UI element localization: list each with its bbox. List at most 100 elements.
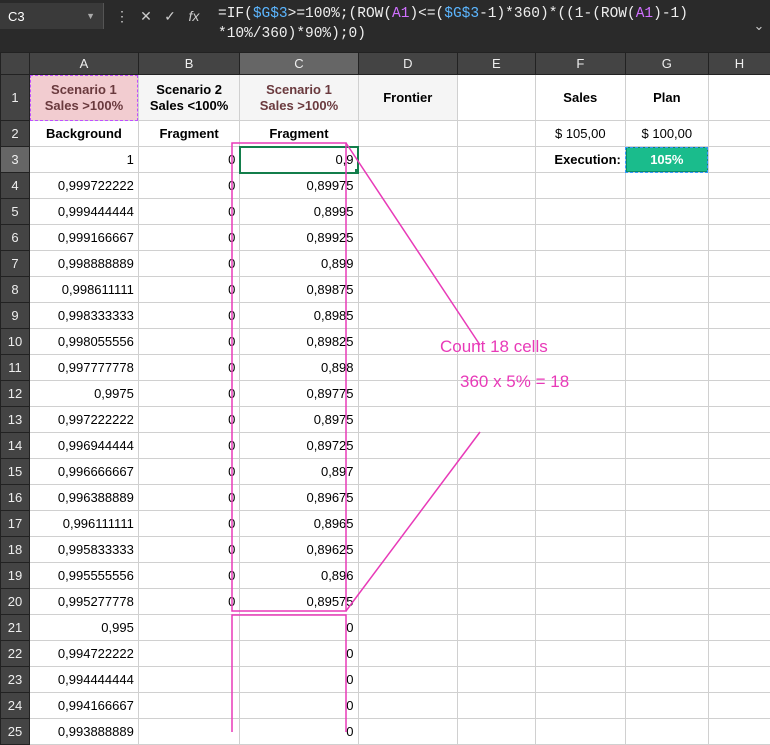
cell-H3[interactable] [708, 147, 770, 173]
cell-B2[interactable]: Fragment [138, 121, 240, 147]
cell-A21[interactable]: 0,995 [30, 615, 139, 641]
cell-B13[interactable]: 0 [138, 407, 240, 433]
cell-H16[interactable] [708, 485, 770, 511]
cell-G20[interactable] [625, 589, 708, 615]
cell-D22[interactable] [358, 641, 457, 667]
cell-H12[interactable] [708, 381, 770, 407]
cell-H13[interactable] [708, 407, 770, 433]
col-header-A[interactable]: A [30, 53, 139, 75]
cell-D7[interactable] [358, 251, 457, 277]
row-header[interactable]: 1 [1, 75, 30, 121]
row-header[interactable]: 13 [1, 407, 30, 433]
cell-F4[interactable] [535, 173, 625, 199]
cell-B14[interactable]: 0 [138, 433, 240, 459]
cell-C2[interactable]: Fragment [240, 121, 358, 147]
cell-C8[interactable]: 0,89875 [240, 277, 358, 303]
cell-B25[interactable] [138, 719, 240, 745]
cell-D6[interactable] [358, 225, 457, 251]
row-header[interactable]: 9 [1, 303, 30, 329]
cell-E5[interactable] [458, 199, 536, 225]
cell-C22[interactable]: 0 [240, 641, 358, 667]
more-icon[interactable]: ⋮ [110, 4, 134, 28]
cell-F10[interactable] [535, 329, 625, 355]
cell-B4[interactable]: 0 [138, 173, 240, 199]
cell-G23[interactable] [625, 667, 708, 693]
cell-C5[interactable]: 0,8995 [240, 199, 358, 225]
cell-G3[interactable]: 105% [625, 147, 708, 173]
cell-C20[interactable]: 0,89575 [240, 589, 358, 615]
cell-D14[interactable] [358, 433, 457, 459]
cell-E1[interactable] [458, 75, 536, 121]
cell-A1[interactable]: Scenario 1 Sales >100% [30, 75, 139, 121]
row-header[interactable]: 19 [1, 563, 30, 589]
cell-C25[interactable]: 0 [240, 719, 358, 745]
row-header[interactable]: 18 [1, 537, 30, 563]
cell-F2[interactable]: $ 105,00 [535, 121, 625, 147]
col-header-D[interactable]: D [358, 53, 457, 75]
cell-F15[interactable] [535, 459, 625, 485]
cell-B21[interactable] [138, 615, 240, 641]
cell-A24[interactable]: 0,994166667 [30, 693, 139, 719]
cell-A19[interactable]: 0,995555556 [30, 563, 139, 589]
cell-G16[interactable] [625, 485, 708, 511]
cell-C19[interactable]: 0,896 [240, 563, 358, 589]
cell-E18[interactable] [458, 537, 536, 563]
row-header[interactable]: 21 [1, 615, 30, 641]
cell-D21[interactable] [358, 615, 457, 641]
cell-D25[interactable] [358, 719, 457, 745]
row-header[interactable]: 24 [1, 693, 30, 719]
cell-F20[interactable] [535, 589, 625, 615]
cell-C7[interactable]: 0,899 [240, 251, 358, 277]
cell-E7[interactable] [458, 251, 536, 277]
cell-E3[interactable] [458, 147, 536, 173]
cell-H8[interactable] [708, 277, 770, 303]
cell-D12[interactable] [358, 381, 457, 407]
cell-H10[interactable] [708, 329, 770, 355]
cell-F7[interactable] [535, 251, 625, 277]
row-header[interactable]: 6 [1, 225, 30, 251]
row-header[interactable]: 3 [1, 147, 30, 173]
cell-B8[interactable]: 0 [138, 277, 240, 303]
cell-F19[interactable] [535, 563, 625, 589]
row-header[interactable]: 25 [1, 719, 30, 745]
cell-D2[interactable] [358, 121, 457, 147]
cell-A18[interactable]: 0,995833333 [30, 537, 139, 563]
cell-A7[interactable]: 0,998888889 [30, 251, 139, 277]
cell-G4[interactable] [625, 173, 708, 199]
cell-D23[interactable] [358, 667, 457, 693]
cell-A10[interactable]: 0,998055556 [30, 329, 139, 355]
cell-F25[interactable] [535, 719, 625, 745]
col-header-G[interactable]: G [625, 53, 708, 75]
accept-icon[interactable]: ✓ [158, 4, 182, 28]
cell-A4[interactable]: 0,999722222 [30, 173, 139, 199]
cell-G7[interactable] [625, 251, 708, 277]
cell-C24[interactable]: 0 [240, 693, 358, 719]
cell-F21[interactable] [535, 615, 625, 641]
cell-C11[interactable]: 0,898 [240, 355, 358, 381]
cell-B15[interactable]: 0 [138, 459, 240, 485]
cell-D1[interactable]: Frontier [358, 75, 457, 121]
cell-F18[interactable] [535, 537, 625, 563]
cell-A13[interactable]: 0,997222222 [30, 407, 139, 433]
cell-B7[interactable]: 0 [138, 251, 240, 277]
cell-G13[interactable] [625, 407, 708, 433]
cell-H20[interactable] [708, 589, 770, 615]
cell-E14[interactable] [458, 433, 536, 459]
cell-A2[interactable]: Background [30, 121, 139, 147]
cell-F17[interactable] [535, 511, 625, 537]
cell-E13[interactable] [458, 407, 536, 433]
cell-B16[interactable]: 0 [138, 485, 240, 511]
cell-H2[interactable] [708, 121, 770, 147]
cell-G8[interactable] [625, 277, 708, 303]
cell-A11[interactable]: 0,997777778 [30, 355, 139, 381]
cell-B17[interactable]: 0 [138, 511, 240, 537]
cell-B9[interactable]: 0 [138, 303, 240, 329]
cell-A5[interactable]: 0,999444444 [30, 199, 139, 225]
cell-D5[interactable] [358, 199, 457, 225]
col-header-C[interactable]: C [240, 53, 358, 75]
cell-B1[interactable]: Scenario 2 Sales <100% [138, 75, 240, 121]
row-header[interactable]: 23 [1, 667, 30, 693]
cell-F3[interactable]: Execution: [535, 147, 625, 173]
cell-C9[interactable]: 0,8985 [240, 303, 358, 329]
cell-C23[interactable]: 0 [240, 667, 358, 693]
